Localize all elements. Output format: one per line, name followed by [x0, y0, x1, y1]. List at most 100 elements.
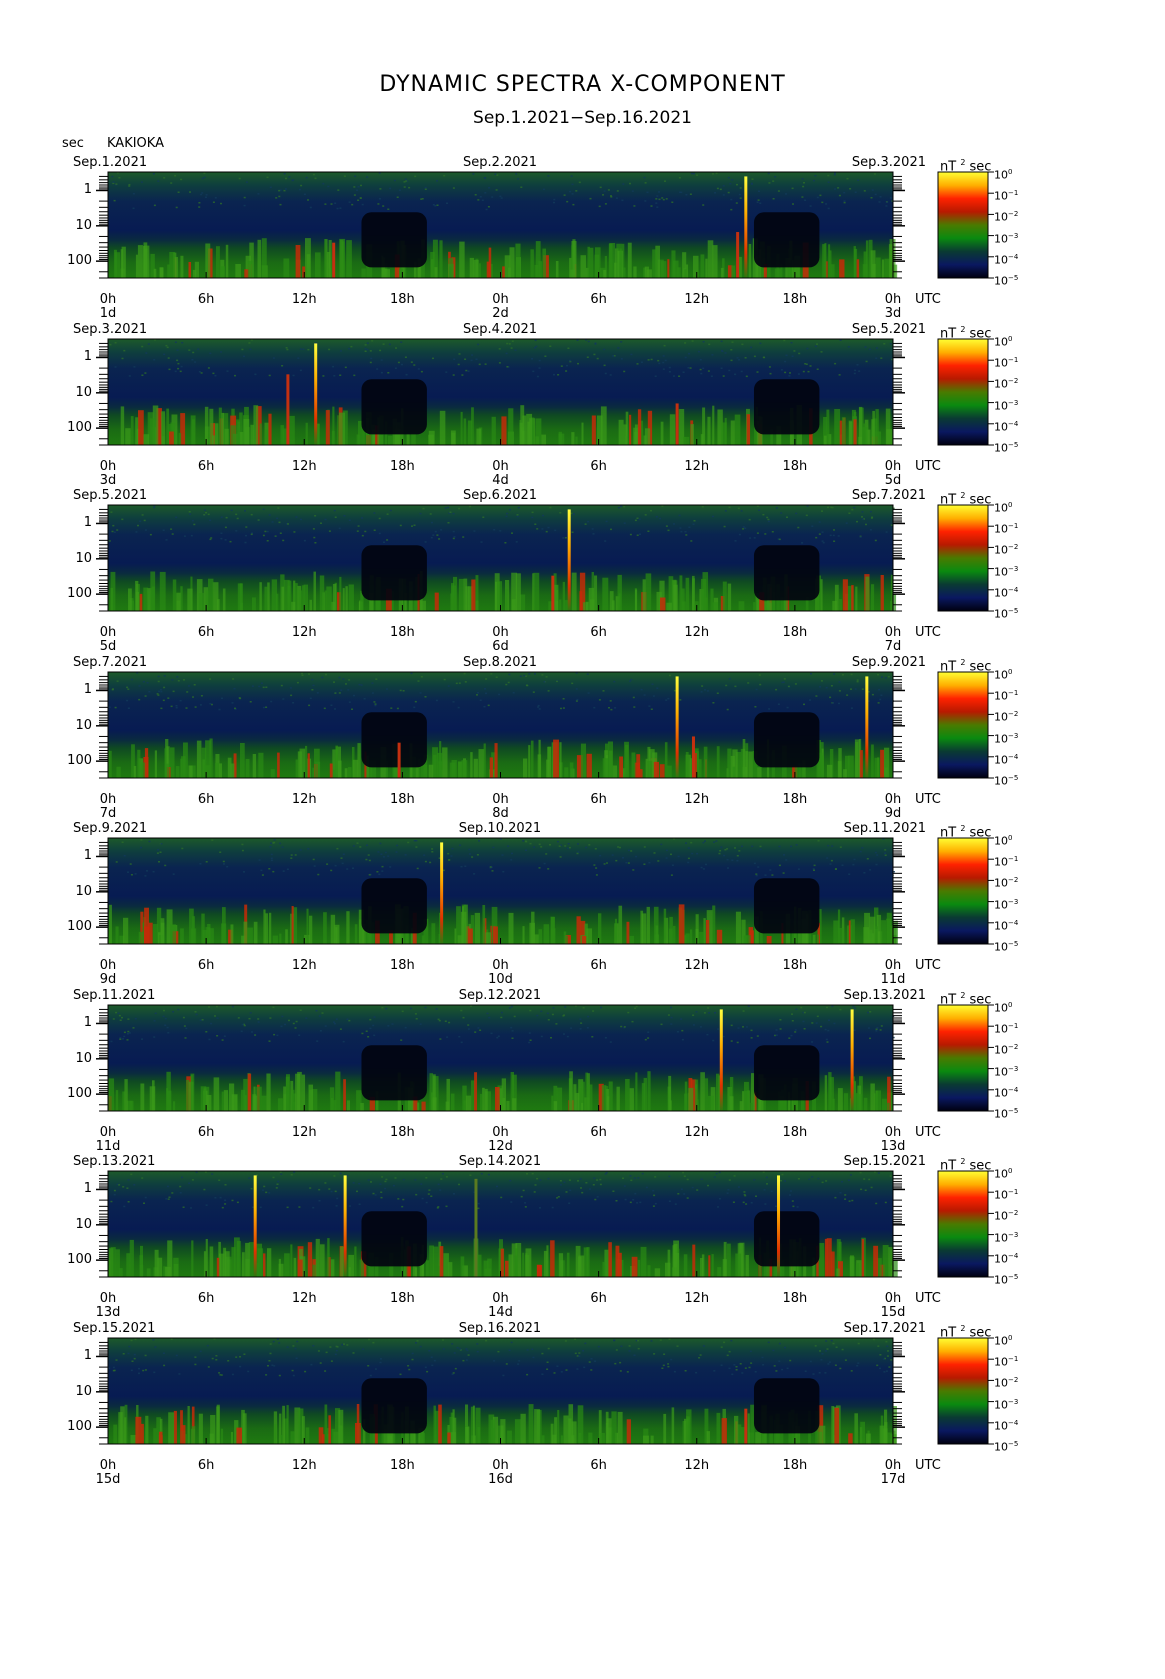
noise-speck — [838, 194, 841, 197]
noise-speck — [833, 174, 836, 176]
noise-speck — [333, 1175, 336, 1177]
noise-speck — [165, 1198, 168, 1200]
activity-bar — [247, 260, 253, 278]
noise-speck — [279, 1171, 282, 1173]
noise-speck — [794, 683, 797, 685]
noise-speck — [278, 195, 281, 198]
noise-speck — [272, 870, 275, 873]
activity-bar — [555, 261, 559, 278]
noise-speck — [393, 179, 396, 182]
noise-speck — [774, 176, 777, 178]
noise-speck — [822, 541, 825, 544]
activity-bar — [319, 1244, 325, 1277]
noise-speck — [430, 1195, 433, 1197]
noise-speck — [564, 1340, 567, 1342]
burst-streak — [286, 374, 290, 445]
noise-speck — [847, 1179, 850, 1181]
noise-speck — [879, 196, 882, 198]
burst-streak — [675, 676, 679, 778]
noise-speck — [582, 1007, 585, 1009]
noise-speck — [119, 1019, 122, 1021]
noise-speck — [313, 865, 316, 867]
noise-speck — [485, 1339, 488, 1342]
noise-speck — [603, 364, 606, 367]
noise-speck — [439, 1189, 442, 1191]
noise-speck — [615, 1200, 618, 1202]
activity-bar — [587, 246, 590, 278]
noise-speck — [770, 1190, 773, 1193]
noise-speck — [342, 1040, 345, 1043]
noise-speck — [738, 850, 741, 852]
noise-speck — [499, 530, 502, 532]
noise-speck — [594, 1360, 597, 1362]
spectrogram-panel — [96, 504, 994, 612]
noise-speck — [612, 1190, 615, 1192]
activity-bar — [261, 238, 267, 278]
noise-speck — [408, 1368, 411, 1371]
noise-speck — [121, 1016, 123, 1019]
noise-speck — [617, 347, 620, 349]
noise-speck — [780, 512, 783, 514]
noise-speck — [329, 1346, 332, 1348]
noise-speck — [647, 530, 650, 532]
noise-speck — [869, 529, 872, 531]
activity-bar — [428, 764, 434, 778]
activity-bar — [476, 428, 482, 445]
noise-speck — [877, 673, 879, 676]
noise-speck — [579, 1178, 582, 1180]
noise-speck — [264, 530, 267, 533]
noise-speck — [706, 1033, 709, 1036]
activity-bar — [463, 418, 467, 445]
activity-bar — [354, 924, 358, 944]
noise-speck — [374, 1194, 377, 1196]
noise-speck — [567, 843, 570, 845]
noise-speck — [508, 1349, 511, 1352]
noise-speck — [593, 353, 596, 356]
noise-speck — [613, 1339, 616, 1341]
noise-speck — [738, 359, 741, 361]
activity-bar — [647, 1265, 651, 1277]
activity-bar — [871, 584, 875, 611]
activity-bar — [502, 1098, 506, 1111]
noise-speck — [528, 673, 531, 675]
noise-speck — [852, 863, 855, 866]
noise-speck — [631, 1020, 634, 1023]
noise-speck — [849, 1174, 852, 1176]
activity-bar — [382, 268, 388, 278]
noise-speck — [496, 1185, 498, 1188]
noise-speck — [802, 370, 805, 373]
noise-speck — [118, 1184, 121, 1186]
noise-speck — [716, 187, 719, 190]
noise-speck — [779, 1028, 782, 1030]
noise-speck — [411, 525, 413, 527]
noise-speck — [577, 362, 579, 365]
activity-bar — [434, 592, 439, 611]
noise-speck — [838, 702, 840, 705]
noise-speck — [632, 1199, 635, 1201]
noise-speck — [806, 505, 809, 507]
noise-speck — [579, 1018, 582, 1020]
noise-speck — [470, 1005, 472, 1007]
noise-speck — [652, 1189, 655, 1192]
noise-speck — [750, 182, 753, 185]
noise-speck — [442, 1348, 445, 1350]
noise-speck — [373, 701, 376, 703]
activity-bar — [259, 582, 262, 611]
noise-speck — [730, 1024, 733, 1027]
activity-bar — [522, 415, 527, 445]
noise-speck — [201, 1019, 204, 1021]
activity-bar — [137, 245, 143, 278]
noise-speck — [467, 1024, 470, 1026]
noise-speck — [367, 1365, 370, 1367]
noise-speck — [265, 686, 268, 688]
noise-speck — [575, 688, 578, 690]
activity-bar — [472, 1405, 475, 1444]
noise-speck — [188, 1182, 191, 1184]
activity-bar — [166, 1071, 171, 1111]
noise-speck — [750, 346, 753, 349]
activity-bar — [245, 1242, 250, 1277]
noise-speck — [744, 527, 747, 529]
noise-speck — [379, 842, 382, 845]
noise-speck — [633, 706, 636, 708]
activity-bar — [576, 916, 581, 944]
